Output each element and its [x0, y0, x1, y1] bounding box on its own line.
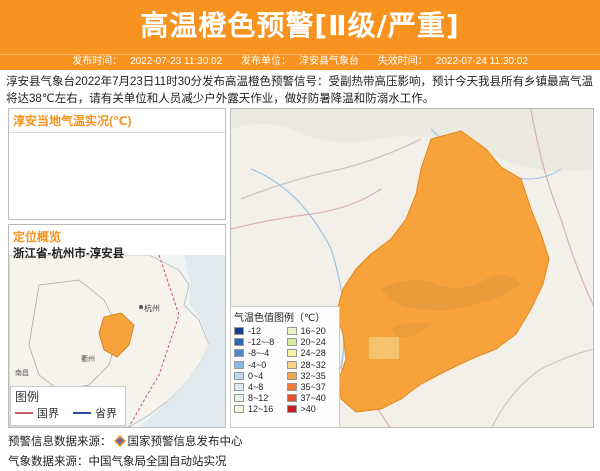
national-border-label: 国界: [37, 408, 59, 420]
issue-time: 发布时间： 2022-07-23 11:30:02: [72, 56, 223, 67]
legend-item: 12~16: [234, 404, 284, 414]
legend-swatch: [234, 360, 244, 369]
legend-item: 32~35: [286, 371, 337, 381]
warning-description: 淳安县气象台2022年7月23日11时30分发布高温橙色预警信号：受副热带高压影…: [6, 76, 593, 105]
warning-center-logo-icon: [113, 435, 126, 447]
legend-swatch: [234, 338, 244, 347]
legend-swatch: [286, 349, 297, 358]
legend-item: 4~8: [234, 382, 284, 392]
legend-swatch: [234, 394, 244, 403]
temperature-panel-title: 淳安当地气温实况(℃): [9, 109, 225, 133]
legend-item: 24~28: [286, 348, 337, 358]
boundary-legend: 图例 国界 省界: [10, 386, 126, 426]
legend-item: 20~24: [286, 337, 337, 347]
legend-swatch: [234, 349, 244, 358]
legend-item: >40: [286, 404, 337, 414]
legend-item: -12~-8: [234, 337, 284, 347]
legend-item: 16~20: [286, 326, 337, 336]
legend-item: 8~12: [234, 393, 284, 403]
legend-swatch: [286, 405, 297, 414]
location-panel-title: 定位概览: [13, 230, 62, 244]
temperature-color-legend: 气温色值图例（℃） -12 16~20 -12~-8 20~24 -8~-4 2…: [230, 306, 340, 428]
legend-item: -8~-4: [234, 348, 284, 358]
legend-swatch: [286, 394, 297, 403]
legend-item: 35~37: [286, 382, 337, 392]
expire-time: 失效时间： 2022-07-24 11:30:02: [377, 56, 528, 67]
boundary-legend-items: 国界 省界: [15, 405, 121, 421]
legend-item: 0~4: [234, 371, 284, 381]
weather-source-text: 中国气象局全国自动站实况: [88, 456, 227, 468]
province-border-swatch: [73, 412, 91, 414]
national-border-swatch: [15, 412, 33, 414]
legend-swatch: [234, 405, 244, 414]
legend-swatch: [286, 360, 297, 369]
issuer: 发布单位： 淳安县气象台: [241, 56, 359, 67]
map-label-nanchang: 南昌: [15, 368, 29, 377]
legend-item: 28~32: [286, 360, 337, 370]
map-label-hangzhou: 杭州: [144, 303, 160, 313]
weather-source-line: 气象数据来源：中国气象局全国自动站实况: [8, 456, 227, 468]
legend-swatch: [286, 338, 297, 347]
legend-swatch: [286, 327, 297, 336]
warning-meta-bar: 发布时间： 2022-07-23 11:30:02 发布单位： 淳安县气象台 失效时…: [0, 54, 600, 70]
page-title: 高温橙色预警[Ⅱ级/严重]: [140, 9, 460, 42]
legend-item: -12: [234, 326, 284, 336]
warning-header: 高温橙色预警[Ⅱ级/严重]: [0, 0, 600, 54]
legend-swatch: [286, 383, 297, 392]
warning-source-line: 预警信息数据来源： 国家预警信息发布中心: [8, 435, 243, 448]
boundary-legend-title: 图例: [15, 390, 40, 404]
legend-swatch: [234, 327, 244, 336]
province-border-label: 省界: [95, 408, 117, 420]
legend-item: 37~40: [286, 393, 337, 403]
temperature-legend-grid: -12 16~20 -12~-8 20~24 -8~-4 24~28 -4~0 …: [234, 326, 336, 415]
location-path: 浙江省-杭州市-淳安县: [13, 248, 125, 260]
temperature-legend-title: 气温色值图例（℃）: [234, 313, 326, 324]
map-label-quzhou: 衢州: [81, 354, 95, 363]
warning-source-link[interactable]: 国家预警信息发布中心: [128, 436, 243, 448]
legend-swatch: [234, 371, 244, 380]
legend-item: -4~0: [234, 360, 284, 370]
legend-swatch: [234, 383, 244, 392]
legend-swatch: [286, 371, 297, 380]
local-temperature-panel: 淳安当地气温实况(℃): [8, 108, 226, 220]
